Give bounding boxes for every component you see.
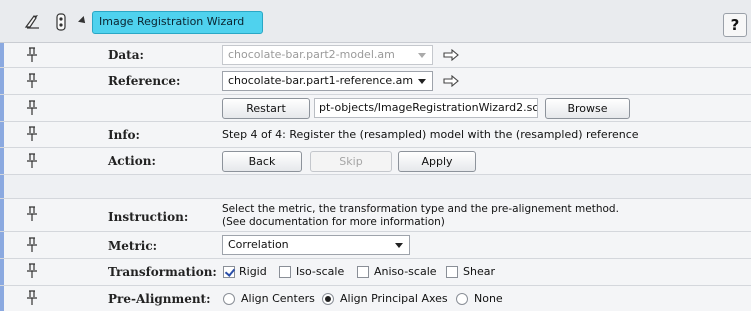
pin-icon[interactable] xyxy=(26,206,38,222)
pin-icon[interactable] xyxy=(26,73,38,89)
row-strip xyxy=(0,95,4,121)
shear-checkbox-label: Shear xyxy=(463,265,495,278)
pin-icon[interactable] xyxy=(26,153,38,169)
metric-label: Metric: xyxy=(108,239,158,253)
row-strip xyxy=(0,148,4,174)
prealignment-label: Pre-Alignment: xyxy=(108,292,211,306)
reference-combobox[interactable]: chocolate-bar.part1-reference.am xyxy=(222,71,433,91)
row-strip xyxy=(0,286,4,311)
instruction-line-1: Select the metric, the transformation ty… xyxy=(222,203,619,215)
none-radio[interactable] xyxy=(456,293,468,305)
metric-combobox-value: Correlation xyxy=(228,238,289,251)
metric-combobox[interactable]: Correlation xyxy=(222,235,410,255)
port-row-script: Restart pt-objects/ImageRegistrationWiza… xyxy=(0,95,751,122)
arrow-right-icon[interactable] xyxy=(443,49,459,61)
restart-button[interactable]: Restart xyxy=(222,98,310,119)
port-row-action: Action: Back Skip Apply xyxy=(0,148,751,175)
data-label: Data: xyxy=(108,48,144,62)
row-strip xyxy=(0,259,4,285)
pin-icon[interactable] xyxy=(26,126,38,142)
apply-button[interactable]: Apply xyxy=(398,151,476,172)
pin-icon[interactable] xyxy=(26,290,38,306)
module-panel: Image Registration Wizard ? Data: chocol… xyxy=(0,0,751,311)
back-button[interactable]: Back xyxy=(222,151,302,172)
module-header: Image Registration Wizard ? xyxy=(0,0,751,43)
none-radio-label: None xyxy=(474,292,503,305)
port-row-prealignment: Pre-Alignment: Align Centers Align Princ… xyxy=(0,286,751,311)
row-strip xyxy=(0,68,4,94)
pin-icon[interactable] xyxy=(26,237,38,253)
aniso-scale-checkbox-label: Aniso-scale xyxy=(374,265,437,278)
reference-combobox-value: chocolate-bar.part1-reference.am xyxy=(228,74,414,87)
row-strip xyxy=(0,232,4,258)
aniso-scale-checkbox[interactable] xyxy=(357,266,369,278)
info-text: Step 4 of 4: Register the (resampled) mo… xyxy=(222,128,639,141)
script-path-value: pt-objects/ImageRegistrationWizard2.scro xyxy=(319,101,538,114)
align-principal-axes-radio[interactable] xyxy=(322,293,334,305)
row-strip xyxy=(0,175,4,198)
align-centers-radio[interactable] xyxy=(223,293,235,305)
pin-icon[interactable] xyxy=(26,47,38,63)
port-row-transformation: Transformation: Rigid Iso-scale Aniso-sc… xyxy=(0,259,751,286)
rigid-checkbox[interactable] xyxy=(223,266,235,278)
align-centers-radio-label: Align Centers xyxy=(241,292,315,305)
module-icon[interactable] xyxy=(24,13,42,31)
port-row-info: Info: Step 4 of 4: Register the (resampl… xyxy=(0,122,751,148)
script-path-field[interactable]: pt-objects/ImageRegistrationWizard2.scro xyxy=(314,98,538,118)
instruction-label: Instruction: xyxy=(108,210,189,224)
data-combobox-value: chocolate-bar.part2-model.am xyxy=(228,48,395,61)
port-row-instruction: Instruction: Select the metric, the tran… xyxy=(0,199,751,232)
chevron-down-icon xyxy=(418,79,426,84)
arrow-right-icon[interactable] xyxy=(443,75,459,87)
connection-icon[interactable] xyxy=(52,13,70,31)
shear-checkbox[interactable] xyxy=(446,266,458,278)
row-strip xyxy=(0,43,4,67)
collapse-triangle-icon[interactable] xyxy=(78,16,88,26)
chevron-down-icon xyxy=(395,243,403,248)
action-label: Action: xyxy=(108,154,156,168)
chevron-down-icon xyxy=(418,53,426,58)
module-title: Image Registration Wizard xyxy=(99,15,245,28)
iso-scale-checkbox[interactable] xyxy=(279,266,291,278)
pin-icon[interactable] xyxy=(26,100,38,116)
port-row-reference: Reference: chocolate-bar.part1-reference… xyxy=(0,68,751,95)
align-principal-axes-radio-label: Align Principal Axes xyxy=(340,292,448,305)
row-strip xyxy=(0,199,4,231)
pin-icon[interactable] xyxy=(26,263,38,279)
browse-button[interactable]: Browse xyxy=(545,98,630,119)
transformation-label: Transformation: xyxy=(108,265,217,279)
section-separator xyxy=(0,175,751,199)
row-strip xyxy=(0,122,4,147)
rigid-checkbox-label: Rigid xyxy=(239,265,267,278)
help-button[interactable]: ? xyxy=(723,13,747,37)
iso-scale-checkbox-label: Iso-scale xyxy=(296,265,345,278)
port-row-metric: Metric: Correlation xyxy=(0,232,751,259)
port-row-data: Data: chocolate-bar.part2-model.am xyxy=(0,43,751,68)
reference-label: Reference: xyxy=(108,74,181,88)
info-label: Info: xyxy=(108,128,140,142)
skip-button[interactable]: Skip xyxy=(310,151,392,172)
data-combobox[interactable]: chocolate-bar.part2-model.am xyxy=(222,45,433,65)
module-title-tab[interactable]: Image Registration Wizard xyxy=(92,11,263,34)
instruction-line-2: (See documentation for more information) xyxy=(222,216,445,228)
